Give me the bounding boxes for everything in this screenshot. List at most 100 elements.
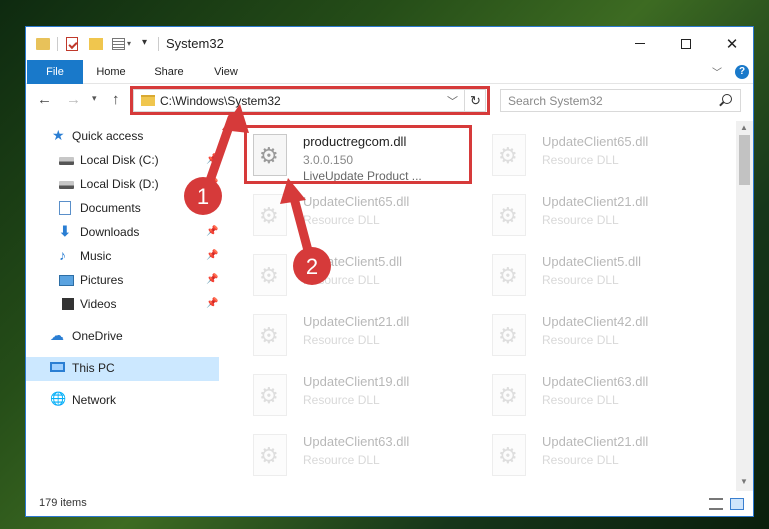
download-icon: ⬇ xyxy=(59,223,71,239)
star-icon: ★ xyxy=(52,127,65,143)
properties-icon[interactable] xyxy=(66,37,78,51)
search-input[interactable]: Search System32 xyxy=(500,89,741,112)
up-arrow-icon[interactable]: ↑ xyxy=(112,91,120,108)
scrollbar-thumb[interactable] xyxy=(739,135,750,185)
sidebar-item-this-pc[interactable]: This PC xyxy=(26,357,219,381)
file-item[interactable]: UpdateClient21.dll Resource DLL xyxy=(486,188,716,246)
file-item[interactable]: UpdateClient63.dll Resource DLL xyxy=(247,428,477,486)
pin-icon[interactable]: 📌 xyxy=(206,154,218,165)
sidebar-item-label: Pictures xyxy=(80,273,124,287)
computer-icon xyxy=(50,362,65,372)
file-item[interactable]: UpdateClient5.dll Resource DLL xyxy=(247,248,477,306)
sidebar-item-label: OneDrive xyxy=(72,329,123,343)
forward-arrow-icon[interactable]: → xyxy=(66,91,81,108)
file-name: UpdateClient5.dll xyxy=(303,254,403,269)
back-arrow-icon[interactable]: ← xyxy=(37,91,52,108)
sidebar-item-local-disk-c[interactable]: Local Disk (C:) 📌 xyxy=(26,149,219,173)
status-bar: 179 items xyxy=(26,492,753,516)
pin-icon[interactable]: 📌 xyxy=(206,250,218,261)
dll-file-icon xyxy=(492,254,526,296)
customize-quick-access-icon[interactable]: ▾ xyxy=(142,37,147,53)
sidebar-item-pictures[interactable]: Pictures 📌 xyxy=(26,269,219,293)
close-icon: ✕ xyxy=(725,35,739,53)
dll-file-icon xyxy=(492,134,526,176)
recent-locations-icon[interactable]: ▾ xyxy=(92,93,97,104)
drive-icon xyxy=(59,181,74,189)
file-type: Resource DLL xyxy=(303,273,380,287)
pin-icon[interactable]: 📌 xyxy=(206,202,218,213)
dll-file-icon xyxy=(492,314,526,356)
file-item[interactable]: UpdateClient42.dll Resource DLL xyxy=(486,308,716,366)
file-name: UpdateClient42.dll xyxy=(542,314,649,329)
music-icon: ♪ xyxy=(59,247,66,263)
search-icon[interactable] xyxy=(722,94,732,104)
vertical-scrollbar[interactable]: ▲ ▼ xyxy=(736,121,753,491)
sidebar-item-label: Downloads xyxy=(80,225,140,239)
file-name: UpdateClient5.dll xyxy=(542,254,642,269)
file-item[interactable]: UpdateClient21.dll Resource DLL xyxy=(247,308,477,366)
view-options-icon[interactable] xyxy=(112,38,125,50)
details-view-icon[interactable] xyxy=(709,498,723,510)
dll-file-icon xyxy=(492,194,526,236)
sidebar-item-downloads[interactable]: ⬇ Downloads 📌 xyxy=(26,221,219,245)
dll-file-icon xyxy=(253,374,287,416)
expand-ribbon-icon[interactable]: ﹀ xyxy=(712,64,722,79)
scroll-down-icon[interactable]: ▼ xyxy=(740,477,748,486)
sidebar-item-local-disk-d[interactable]: Local Disk (D:) 📌 xyxy=(26,173,219,197)
dll-file-icon xyxy=(253,434,287,476)
file-item[interactable]: UpdateClient21.dll Resource DLL xyxy=(486,428,716,486)
dll-file-icon xyxy=(492,374,526,416)
network-icon: 🌐 xyxy=(50,391,67,406)
item-count: 179 items xyxy=(39,497,87,509)
sidebar-item-label: Local Disk (D:) xyxy=(80,177,159,191)
ribbon: File Home Share View ﹀ ? xyxy=(26,60,753,84)
scroll-up-icon[interactable]: ▲ xyxy=(740,123,748,132)
help-icon[interactable]: ? xyxy=(735,65,749,79)
file-item[interactable]: UpdateClient65.dll Resource DLL xyxy=(247,188,477,246)
sidebar-item-label: Documents xyxy=(80,201,141,215)
sidebar-item-documents[interactable]: Documents 📌 xyxy=(26,197,219,221)
file-name: UpdateClient65.dll xyxy=(542,134,649,149)
minimize-button[interactable] xyxy=(617,27,663,60)
file-item[interactable]: UpdateClient65.dll Resource DLL xyxy=(486,128,716,186)
file-item[interactable]: UpdateClient19.dll Resource DLL xyxy=(247,368,477,426)
file-name: UpdateClient19.dll xyxy=(303,374,410,389)
folder-icon xyxy=(36,38,50,50)
tiles-view-icon[interactable] xyxy=(730,498,744,510)
pin-icon[interactable]: 📌 xyxy=(206,226,218,237)
maximize-icon xyxy=(681,38,691,49)
file-type: Resource DLL xyxy=(542,213,619,227)
tab-home[interactable]: Home xyxy=(88,60,134,84)
maximize-button[interactable] xyxy=(663,27,709,60)
navigation-bar: ← → ▾ ↑ C:\Windows\System32 ﹀ ↻ Search S… xyxy=(26,85,753,117)
file-name: UpdateClient21.dll xyxy=(303,314,410,329)
file-name: UpdateClient63.dll xyxy=(542,374,649,389)
sidebar-item-onedrive[interactable]: ☁ OneDrive xyxy=(26,325,219,349)
file-item[interactable]: UpdateClient5.dll Resource DLL xyxy=(486,248,716,306)
file-item[interactable]: UpdateClient63.dll Resource DLL xyxy=(486,368,716,426)
file-highlight-box xyxy=(244,125,472,184)
new-folder-icon[interactable] xyxy=(89,38,103,50)
sidebar-item-videos[interactable]: Videos 📌 xyxy=(26,293,219,317)
tab-share[interactable]: Share xyxy=(148,60,190,84)
file-type: Resource DLL xyxy=(542,393,619,407)
tab-file[interactable]: File xyxy=(27,60,83,84)
sidebar-item-music[interactable]: ♪ Music 📌 xyxy=(26,245,219,269)
tab-view[interactable]: View xyxy=(204,60,248,84)
pin-icon[interactable]: 📌 xyxy=(206,178,218,189)
sidebar-item-quick-access[interactable]: ★ Quick access xyxy=(26,125,219,149)
close-button[interactable]: ✕ xyxy=(709,27,753,60)
sidebar-item-label: Local Disk (C:) xyxy=(80,153,159,167)
file-type: Resource DLL xyxy=(303,393,380,407)
dll-file-icon xyxy=(253,314,287,356)
pictures-icon xyxy=(59,275,74,286)
pin-icon[interactable]: 📌 xyxy=(206,298,218,309)
file-explorer-window: ▾ ▾ System32 ✕ File Home Share View ﹀ ? … xyxy=(25,26,754,517)
sidebar-item-network[interactable]: 🌐 Network xyxy=(26,389,219,413)
address-highlight-box xyxy=(130,86,490,115)
pin-icon[interactable]: 📌 xyxy=(206,274,218,285)
file-type: Resource DLL xyxy=(542,333,619,347)
chevron-down-icon[interactable]: ▾ xyxy=(127,39,131,55)
divider xyxy=(158,37,159,51)
sidebar-item-label: Network xyxy=(72,393,117,407)
